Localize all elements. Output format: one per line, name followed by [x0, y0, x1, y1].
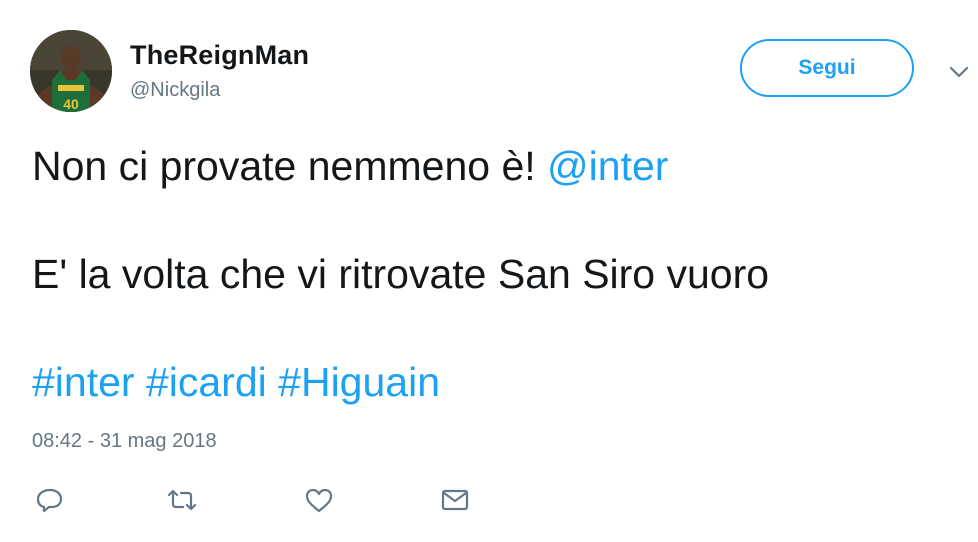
hashtag-link[interactable]: #icardi: [146, 359, 267, 405]
user-display-name[interactable]: TheReignMan: [130, 40, 309, 71]
tweet-text-line-2: E' la volta che vi ritrovate San Siro vu…: [32, 251, 770, 297]
jersey-number: 40: [63, 96, 79, 112]
chevron-down-icon[interactable]: [946, 62, 972, 82]
retweet-icon[interactable]: [166, 485, 198, 515]
hashtag-line: #inter #icardi #Higuain: [32, 362, 440, 403]
envelope-icon[interactable]: [439, 485, 471, 515]
reply-icon[interactable]: [34, 485, 66, 515]
tweet-text: Non ci provate nemmeno è!: [32, 143, 548, 189]
basketball-player-avatar-icon: 40: [30, 30, 112, 112]
user-handle[interactable]: @Nickgila: [130, 79, 220, 102]
heart-icon[interactable]: [303, 485, 335, 515]
tweet-card: 40 TheReignMan @Nickgila Segui Non ci pr…: [0, 0, 978, 542]
user-avatar[interactable]: 40: [30, 30, 112, 112]
follow-button[interactable]: Segui: [740, 39, 914, 97]
tweet-text-line-1: Non ci provate nemmeno è! @inter: [32, 146, 668, 187]
tweet-timestamp[interactable]: 08:42 - 31 mag 2018: [32, 430, 217, 453]
hashtag-link[interactable]: #inter: [32, 359, 135, 405]
mention-link[interactable]: @inter: [547, 143, 668, 189]
hashtag-link[interactable]: #Higuain: [278, 359, 440, 405]
